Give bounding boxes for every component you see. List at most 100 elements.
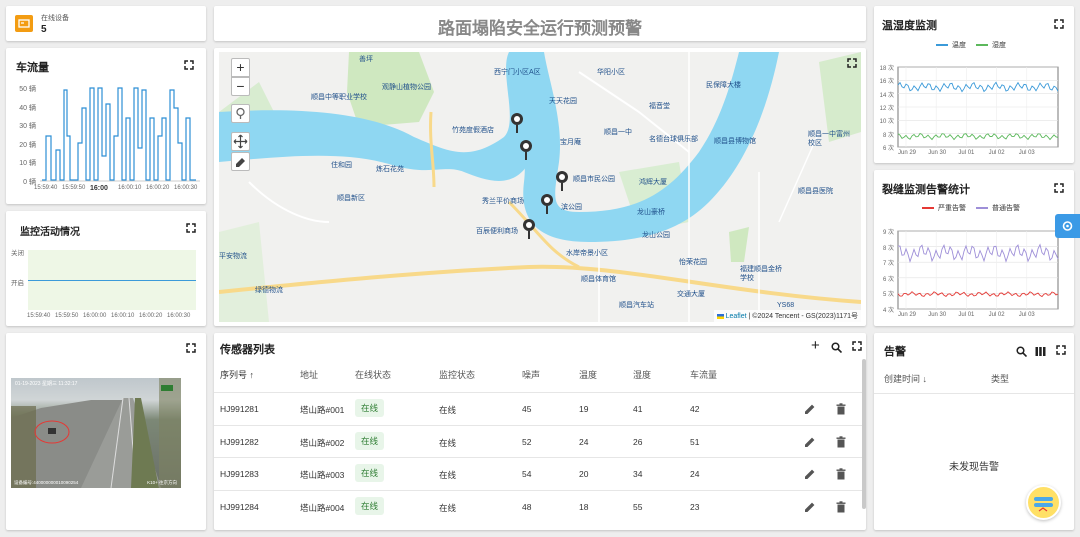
map-poi-label[interactable]: 华阳小区 [597,67,625,77]
map-poi-label[interactable]: 交通大厦 [677,289,705,299]
map-poi-label[interactable]: 顺昌县博物馆 [714,136,756,146]
col-created-time[interactable]: 创建时间 ↓ [884,372,927,385]
map-poi-label[interactable]: 百辰便利商场 [476,226,518,236]
fullscreen-icon[interactable] [1056,345,1066,355]
col-temp[interactable]: 温度 [579,368,597,381]
cell-address: 塔山路#001 [300,405,345,415]
map-poi-label[interactable]: 顺昌新区 [337,193,365,203]
map-marker-pin[interactable] [518,139,534,161]
edit-icon[interactable] [804,402,816,414]
table-row[interactable]: HJ991282 塔山路#002 在线 在线 52 24 26 51 [214,424,862,457]
map-poi-label[interactable]: 顺昌一中 [604,127,632,137]
xtick: Jul 02 [988,150,1005,156]
eraser-icon[interactable] [231,152,250,171]
map-poi-label[interactable]: 名德台球俱乐部 [649,134,698,144]
ytick: 16 次 [879,79,894,86]
leaflet-link[interactable]: Leaflet [726,313,747,320]
map-poi-label[interactable]: 竹苑度假酒店 [452,125,494,135]
col-traffic[interactable]: 车流量 [690,368,717,381]
map-poi-label[interactable]: 福音堂 [649,101,670,111]
map-poi-label[interactable]: 善坪 [359,54,373,64]
sort-up-icon[interactable]: ↑ [250,370,255,380]
map-marker-pin[interactable] [509,112,525,134]
map-poi-label[interactable]: 顺昌汽车站 [619,300,654,310]
map-poi-label[interactable]: 顺昌县医院 [798,186,833,196]
col-humidity[interactable]: 湿度 [633,368,651,381]
traffic-card: 车流量 50 辆 40 辆 30 辆 20 辆 10 辆0 辆 15:59:40 15:5… [6,48,206,204]
col-type[interactable]: 类型 [991,372,1009,385]
xtick: Jul 03 [1018,312,1035,318]
cell-temp: 19 [579,404,589,414]
map-poi-label[interactable]: 顺昌市民公园 [573,174,615,184]
camera-feed[interactable]: 01-19-2023 星期三 11:32:17 设备编号:44000000001… [11,378,181,488]
map-poi-label[interactable]: 龙山豪桥 [637,207,665,217]
map-marker-pin[interactable] [539,193,555,215]
map-poi-label[interactable]: 滨公园 [561,202,582,212]
map-poi-label[interactable]: 天天花园 [549,96,577,106]
map-poi-label[interactable]: 平安物流 [219,251,247,261]
map-marker-pin[interactable] [521,218,537,240]
map-poi-label[interactable]: 龙山公园 [642,230,670,240]
map-poi-label[interactable]: 顺昌一中富州校区 [808,130,852,148]
map-poi-label[interactable]: 顺昌体育馆 [581,274,616,284]
monitor-activity-card: 监控活动情况 关闭 开启 15:59:40 15:59:50 16:00:00 16:… [6,211,206,326]
map-poi-label[interactable]: 福建顺昌金桥学校 [740,265,784,283]
map-marker-pin[interactable] [554,170,570,192]
map-poi-label[interactable]: 民保障大楼 [706,80,741,90]
col-serial[interactable]: 序列号 ↑ [220,368,254,381]
map-poi-label[interactable]: 炼石花苑 [376,164,404,174]
delete-icon[interactable] [835,467,847,480]
delete-icon[interactable] [835,435,847,447]
ytick: 7 次 [882,261,894,268]
map-poi-label[interactable]: 宝月庵 [560,137,581,147]
flag-icon [716,313,724,319]
map-poi-label[interactable]: 鸿辉大厦 [639,177,667,187]
xtick: Jun 30 [928,150,947,156]
delete-icon[interactable] [835,402,847,415]
xtick: Jun 29 [898,312,917,318]
move-icon[interactable] [231,132,250,151]
edit-icon[interactable] [804,500,816,512]
zoom-in-button[interactable]: + [231,58,250,77]
monitor-xtick: 15:59:40 [27,313,51,319]
map-poi-label[interactable]: 观静山植物公园 [382,82,431,92]
sort-down-icon[interactable]: ↓ [923,374,928,384]
edit-icon[interactable] [804,467,816,479]
edit-icon[interactable] [804,435,816,447]
map-poi-label[interactable]: YS68 [777,302,794,309]
map-poi-label[interactable]: 西宁门小区A区 [494,67,541,77]
alerts-divider [874,393,1074,394]
map-poi-label[interactable]: 水岸帝景小区 [566,248,608,258]
settings-tab[interactable] [1055,214,1080,238]
col-noise[interactable]: 噪声 [522,368,540,381]
col-monitor[interactable]: 监控状态 [439,368,475,381]
traffic-xtick: 16:00:30 [174,185,198,191]
map-poi-label[interactable]: 住和园 [331,160,352,170]
map-view[interactable]: 西宁门小区A区 华阳小区观静山植物公园顺昌中等职业学校 天天花园福音堂 民保障大楼竹苑… [219,52,861,322]
search-icon[interactable] [1016,344,1028,362]
map-copyright: | ©2024 Tencent - GS(2023)1171号 [748,313,858,320]
table-row[interactable]: HJ991281 塔山路#001 在线 在线 45 19 41 42 [214,392,862,424]
monitor-xtick: 16:00:20 [139,313,163,319]
marker-draw-icon[interactable] [231,104,250,123]
map-poi-label[interactable]: 绿德物流 [255,285,283,295]
cell-traffic: 24 [690,469,700,479]
map-fullscreen-icon[interactable] [847,58,857,68]
zoom-out-button[interactable]: − [231,77,250,96]
monitor-line [28,280,196,281]
table-row[interactable]: HJ991284 塔山路#004 在线 在线 48 18 55 23 [214,489,862,522]
delete-icon[interactable] [835,500,847,512]
col-address[interactable]: 地址 [300,368,318,381]
columns-icon[interactable] [1035,344,1046,362]
table-row[interactable]: HJ991283 塔山路#003 在线 在线 54 20 34 24 [214,457,862,489]
col-online[interactable]: 在线状态 [355,368,391,381]
cell-monitor: 在线 [439,437,457,448]
assistant-avatar-icon[interactable] [1026,485,1061,520]
fullscreen-icon[interactable] [186,343,196,353]
table-scrollbar[interactable] [862,359,866,509]
fullscreen-icon[interactable] [186,223,196,233]
map-poi-label[interactable]: 顺昌中等职业学校 [311,92,367,102]
map-poi-label[interactable]: 怡荣花园 [679,257,707,267]
crack-chart [897,230,1059,310]
map-poi-label[interactable]: 秀兰平价商场 [482,196,524,206]
